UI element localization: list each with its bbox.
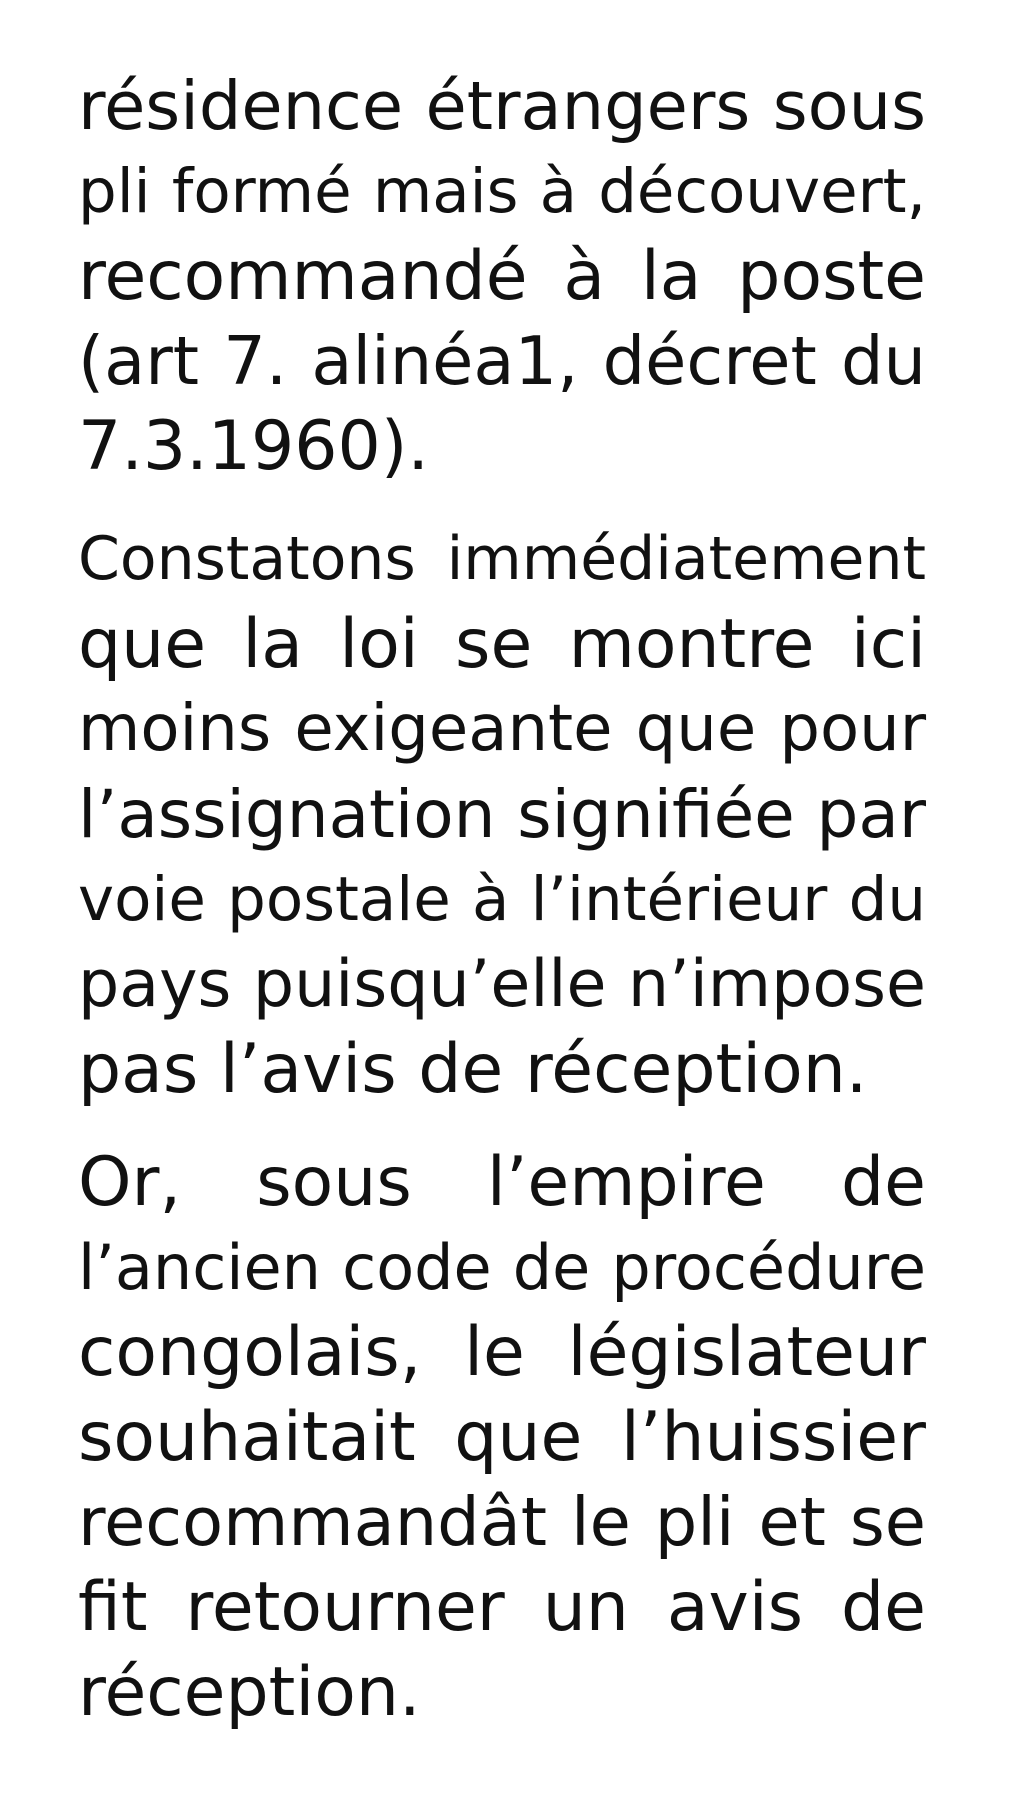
text-line: pli formé mais à découvert, (78, 156, 926, 227)
text-line: pays puisqu’elle n’impose (78, 947, 926, 1022)
text-line: souhaitait que l’huissier (78, 1398, 926, 1477)
text-line: 7.3.1960). (78, 407, 429, 486)
text-line: recommandé à la poste (78, 237, 926, 316)
paragraph-3: Or, sous l’empire de l’ancien code de pr… (78, 1140, 926, 1735)
text-line: que la loi se montre ici (78, 605, 926, 684)
text-line: l’assignation signifiée par (78, 776, 926, 853)
text-line: recommandât le pli et se (78, 1483, 926, 1561)
text-line: fit retourner un avis de (78, 1568, 926, 1647)
text-line: pas l’avis de réception. (78, 1030, 868, 1109)
text-line: l’ancien code de procédure (78, 1231, 926, 1304)
text-line: congolais, le législateur (78, 1313, 926, 1392)
paragraph-2: Constatons immédiatement que la loi se m… (78, 517, 926, 1112)
text-line: résidence étrangers sous (78, 67, 926, 145)
text-line: (art 7. alinéa1, décret du (78, 322, 926, 400)
text-line: réception. (78, 1653, 421, 1732)
text-line: Or, sous l’empire de (78, 1143, 926, 1222)
text-line: voie postale à l’intérieur du (78, 864, 926, 935)
document-page: résidence étrangers sous pli formé mais … (78, 64, 926, 1735)
paragraph-1: résidence étrangers sous pli formé mais … (78, 64, 926, 489)
text-line: moins exigeante que pour (78, 692, 926, 766)
text-line: Constatons immédiatement (78, 524, 926, 594)
